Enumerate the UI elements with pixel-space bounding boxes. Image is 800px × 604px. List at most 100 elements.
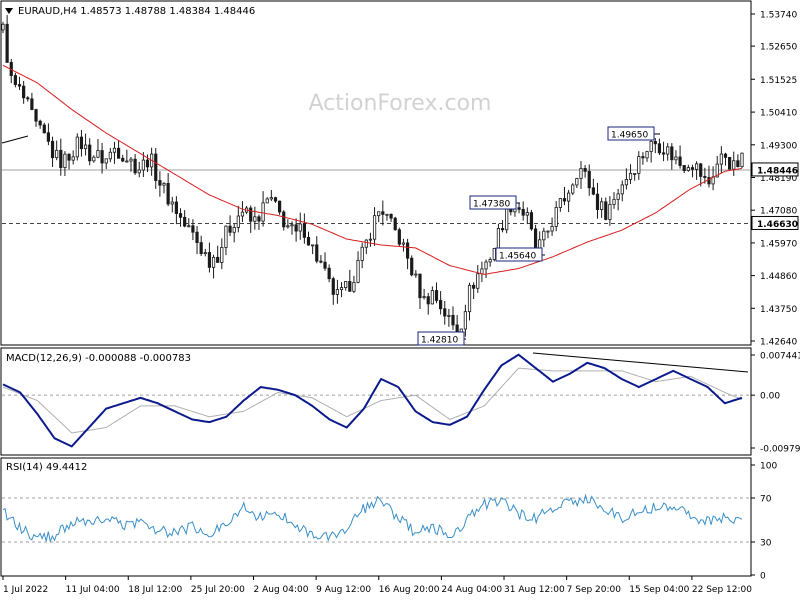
candle-body	[410, 257, 414, 276]
candle-body	[311, 244, 315, 247]
candle-body	[195, 231, 199, 243]
candle-body	[694, 163, 699, 170]
candle-body	[533, 228, 538, 252]
candle-body	[472, 284, 476, 289]
candle-body	[129, 158, 133, 162]
x-tick-label: 7 Sep 20:00	[567, 585, 622, 595]
y-tick-label: 1.53740	[760, 11, 797, 21]
macd-header: MACD(12,26,9) -0.000088 -0.000783	[6, 353, 191, 364]
candle-body	[59, 149, 63, 168]
chevron-down-icon[interactable]	[5, 8, 13, 14]
candle-body	[323, 261, 327, 269]
candle-body	[344, 281, 348, 288]
candle-body	[302, 223, 306, 238]
candle-body	[162, 183, 166, 186]
y-tick-label: 1.52650	[760, 43, 797, 53]
y-tick-label: 1.45970	[760, 239, 797, 249]
candle-body	[480, 268, 484, 275]
x-tick-label: 16 Aug 20:00	[379, 585, 440, 595]
candle-body	[595, 193, 600, 210]
x-tick-label: 24 Aug 04:00	[441, 585, 502, 595]
candle-body	[612, 198, 616, 205]
candle-body	[405, 242, 410, 259]
candle-body	[604, 201, 608, 220]
candle-body	[352, 281, 356, 292]
candle-body	[104, 158, 108, 164]
candle-body	[232, 227, 236, 233]
candle-body	[257, 216, 261, 222]
candle-body	[393, 217, 397, 231]
candle-body	[145, 159, 150, 168]
candle-body	[430, 290, 434, 305]
candle-body	[75, 136, 79, 158]
candle-body	[339, 287, 344, 290]
candle-body	[178, 213, 183, 218]
candle-body	[290, 224, 294, 227]
candle-body	[476, 273, 480, 289]
candle-body	[653, 141, 657, 145]
y-tick-label: 1.43750	[760, 305, 797, 315]
candle-body	[389, 213, 393, 219]
candle-body	[492, 247, 496, 260]
macd-panel-frame	[0, 347, 752, 456]
candle-body	[690, 167, 695, 170]
candle-body	[562, 198, 567, 202]
candle-body	[575, 178, 579, 186]
candle-body	[191, 225, 195, 233]
candle-body	[451, 314, 455, 326]
candle-body	[732, 160, 736, 170]
candle-body	[439, 300, 443, 310]
candle-body	[517, 207, 521, 210]
candle-body	[315, 244, 319, 262]
candle-body	[112, 147, 117, 153]
candle-body	[50, 140, 55, 159]
annotation-label: 1.49650	[611, 131, 648, 141]
grid-layer	[1, 135, 750, 543]
candle-body	[443, 308, 447, 317]
candle-body	[83, 144, 88, 150]
candle-body	[364, 239, 368, 248]
rsi-tick-label: 100	[760, 462, 777, 472]
candle-body	[199, 242, 203, 254]
candle-body	[121, 157, 125, 162]
candle-body	[240, 211, 245, 217]
candle-body	[278, 200, 282, 213]
candle-body	[42, 124, 46, 134]
candle-body	[5, 23, 9, 63]
candle-body	[356, 260, 360, 283]
chart-svg: ActionForex.com EURAUD,H4 1.48573 1.4878…	[0, 0, 800, 595]
candle-body	[558, 198, 562, 208]
macd-tick-label: 0.00	[760, 392, 780, 402]
candle-body	[63, 153, 67, 168]
candle-body	[174, 201, 178, 214]
candle-body	[273, 197, 278, 202]
y-tick-label: 1.51525	[760, 76, 797, 86]
x-tick-label: 25 Jul 20:00	[191, 585, 245, 595]
candle-body	[269, 197, 273, 200]
candle-body	[397, 229, 401, 245]
candle-body	[554, 207, 558, 227]
candle-body	[728, 156, 732, 170]
candle-body	[600, 201, 604, 210]
candle-body	[348, 281, 352, 292]
trendline-left	[1, 135, 29, 144]
candle-body	[360, 246, 364, 261]
candle-body	[170, 201, 174, 205]
x-tick-label: 1 Jul 2022	[3, 585, 48, 595]
rsi-header: RSI(14) 49.4412	[6, 462, 87, 473]
y-tick-label: 1.49300	[760, 141, 797, 151]
candle-body	[579, 167, 583, 179]
candle-body	[137, 169, 141, 174]
x-tick-label: 22 Sep 12:00	[692, 585, 752, 595]
candle-body	[211, 256, 216, 268]
y-tick-label: 1.42640	[760, 338, 797, 348]
candle-body	[236, 215, 240, 228]
candle-body	[740, 152, 744, 168]
candle-body	[628, 173, 633, 180]
candle-body	[294, 224, 298, 232]
candle-body	[377, 211, 381, 217]
annotation-label: 1.47380	[473, 200, 510, 210]
candle-body	[187, 225, 191, 228]
y-tick-label: 1.50410	[760, 109, 797, 119]
main-header-text: EURAUD,H4 1.48573 1.48788 1.48384 1.4844…	[18, 6, 255, 17]
